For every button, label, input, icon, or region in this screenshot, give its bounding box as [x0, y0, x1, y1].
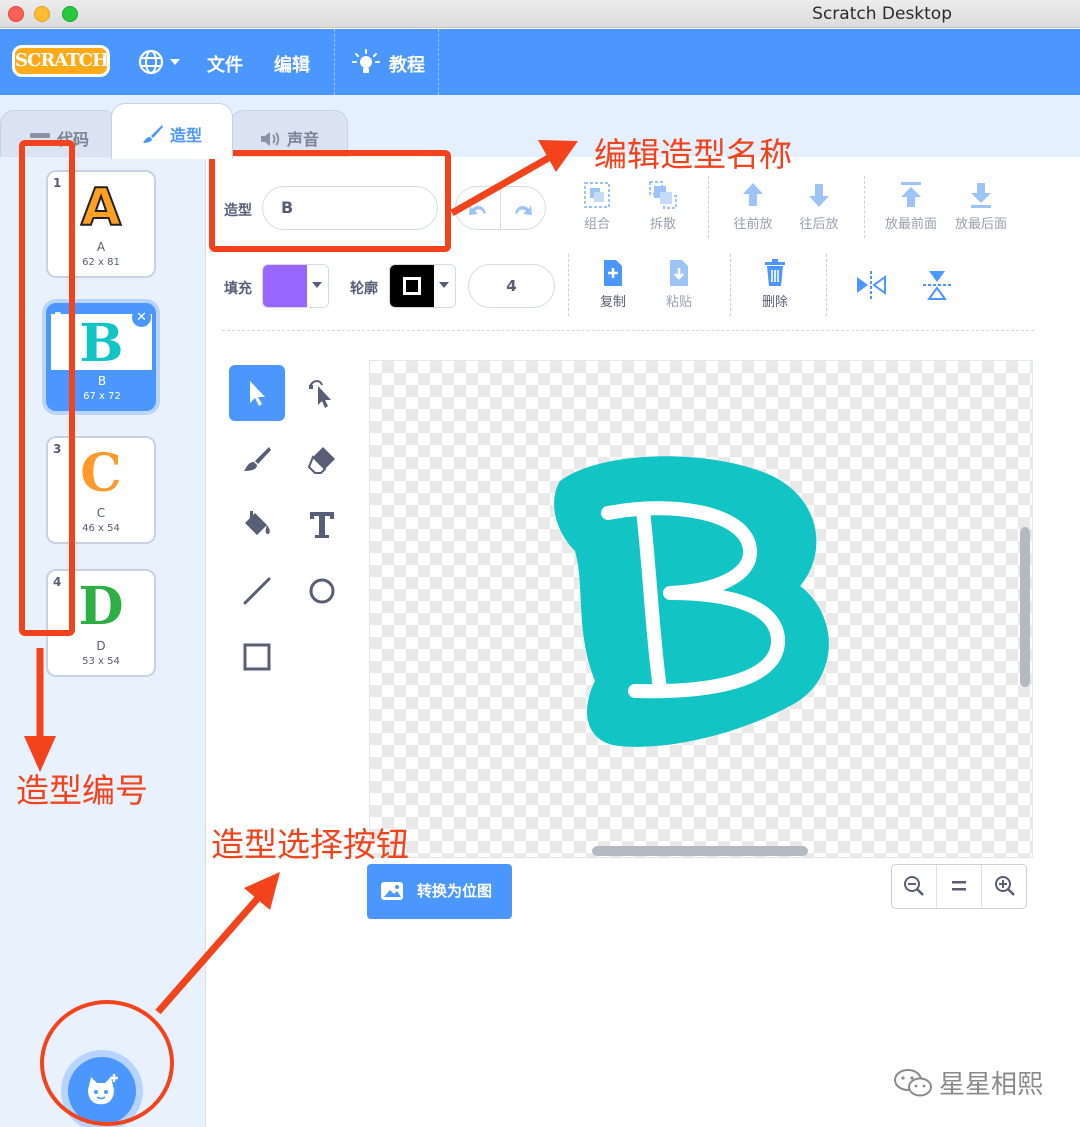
paintbrush-icon — [142, 125, 163, 143]
wechat-icon — [894, 1069, 932, 1097]
watermark-text: 星星相熙 — [939, 1070, 1044, 1100]
tab-costumes-label: 造型 — [169, 126, 202, 145]
annotation-costume-number: 造型编号 — [16, 771, 148, 810]
annotation-arrows — [24, 140, 578, 1015]
tab-costumes[interactable]: 造型 — [111, 103, 233, 159]
annotation-edit-name: 编辑造型名称 — [594, 135, 792, 174]
delete-costume-button[interactable]: ✕ — [132, 308, 151, 327]
annotation-choose-button: 造型选择按钮 — [211, 825, 409, 864]
